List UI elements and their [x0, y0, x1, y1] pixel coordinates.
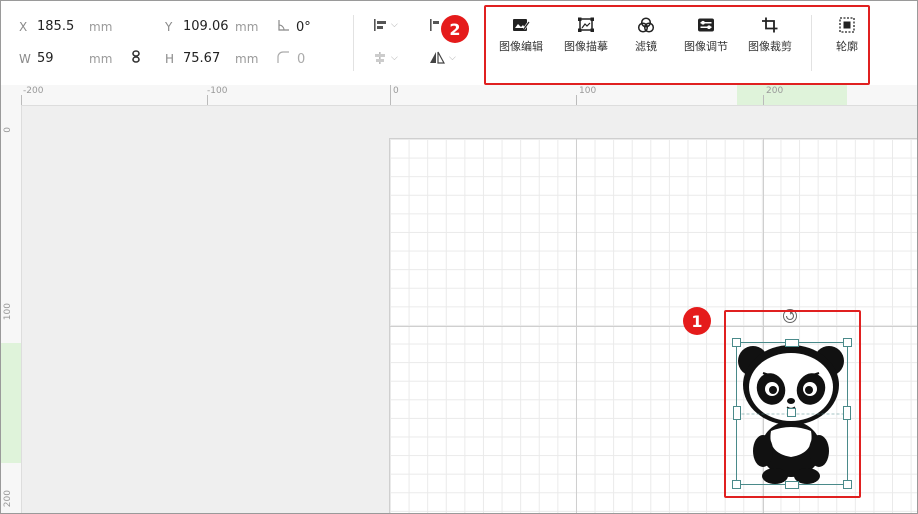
chevron-down-icon: ⌵: [391, 20, 398, 30]
width-field[interactable]: W 59 mm: [19, 51, 112, 66]
chevron-down-icon: ⌵: [391, 53, 398, 63]
annotation-badge-2: 2: [441, 15, 469, 43]
y-value[interactable]: 109.06: [183, 19, 235, 34]
flip-dropdown[interactable]: ⌵: [429, 51, 456, 65]
ruler-tick-label: 100: [3, 303, 13, 321]
x-field[interactable]: X 185.5 mm: [19, 19, 112, 34]
x-unit: mm: [89, 19, 113, 34]
app-window: X 185.5 mm W 59 mm Y 109.06 mm H 75.67 m…: [0, 0, 918, 514]
annotation-box-toolbar: [484, 5, 870, 85]
corner-radius-field[interactable]: 0: [277, 51, 305, 67]
x-label: X: [19, 19, 28, 34]
y-label: Y: [165, 19, 173, 34]
align-left-icon: [374, 19, 386, 31]
annotation-badge-1: 1: [683, 307, 711, 335]
align-middle-icon: [375, 52, 385, 64]
horizontal-ruler: -200 -100 0 100 200: [1, 85, 917, 106]
ruler-ticks: [21, 85, 764, 105]
ruler-tick-label: 0: [3, 127, 13, 133]
chevron-down-icon: ⌵: [449, 53, 456, 63]
annotation-box-image: [724, 310, 861, 498]
lock-ratio-icon[interactable]: [131, 50, 141, 68]
property-toolbar: X 185.5 mm W 59 mm Y 109.06 mm H 75.67 m…: [1, 1, 917, 85]
w-label: W: [19, 51, 31, 66]
h-label: H: [165, 51, 175, 66]
h-value[interactable]: 75.67: [183, 51, 235, 66]
divider: [353, 15, 354, 71]
h-unit: mm: [235, 51, 259, 66]
x-value[interactable]: 185.5: [37, 19, 89, 34]
y-field[interactable]: Y 109.06 mm: [165, 19, 258, 34]
w-value[interactable]: 59: [37, 51, 89, 66]
rotation-angle-icon: [277, 19, 290, 36]
align-horizontal-dropdown[interactable]: ⌵: [373, 18, 398, 32]
w-unit: mm: [89, 51, 113, 66]
flip-icon: [430, 51, 445, 64]
y-unit: mm: [235, 19, 259, 34]
rotation-value[interactable]: 0°: [296, 20, 311, 35]
ruler-selection-range: [1, 343, 21, 463]
corner-radius-value[interactable]: 0: [297, 52, 305, 67]
height-field[interactable]: H 75.67 mm: [165, 51, 258, 66]
rotation-field[interactable]: 0°: [277, 19, 311, 36]
vertical-ruler: 0 100 200: [1, 105, 22, 513]
align-vertical-dropdown[interactable]: ⌵: [373, 51, 398, 65]
ruler-tick-label: 200: [3, 490, 13, 508]
corner-radius-icon: [277, 51, 289, 67]
